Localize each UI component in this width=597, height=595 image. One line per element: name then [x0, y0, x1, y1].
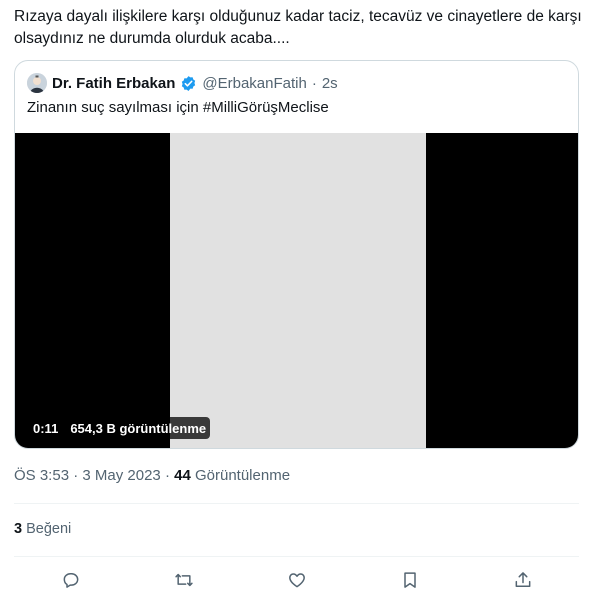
share-icon — [515, 572, 531, 587]
video-views: 654,3 B görüntülenme — [70, 420, 207, 436]
bookmark-icon — [404, 572, 416, 588]
verified-badge-icon — [180, 75, 197, 92]
views-count: 44 — [174, 467, 191, 484]
tweet-actions — [0, 566, 597, 594]
tweet-time[interactable]: ÖS 3:53 — [14, 467, 69, 484]
divider — [14, 556, 579, 557]
quoted-tweet-card[interactable]: Dr. Fatih Erbakan @ErbakanFatih · 2s Zin… — [14, 60, 579, 449]
tweet-meta: ÖS 3:53 · 3 May 2023 · 44 Görüntülenme — [14, 467, 290, 484]
reply-icon — [63, 573, 79, 588]
meta-separator: · — [73, 467, 79, 484]
tweet-date[interactable]: 3 May 2023 — [82, 467, 160, 484]
author-handle[interactable]: @ErbakanFatih — [202, 75, 306, 92]
retweet-button[interactable] — [170, 566, 198, 594]
author-avatar[interactable] — [27, 73, 47, 93]
tweet-text: Rızaya dayalı ilişkilere karşı olduğunuz… — [14, 8, 582, 47]
header-separator: · — [311, 74, 317, 92]
divider — [14, 503, 579, 504]
quoted-tweet-header: Dr. Fatih Erbakan @ErbakanFatih · 2s — [27, 72, 338, 94]
likes-count: 3 — [14, 521, 23, 537]
video-player[interactable]: 0:11 654,3 B görüntülenme — [15, 133, 578, 448]
quoted-tweet-time[interactable]: 2s — [322, 75, 338, 92]
heart-icon — [289, 573, 305, 588]
likes-link[interactable]: 3 Beğeni — [14, 521, 71, 537]
reply-button[interactable] — [57, 566, 85, 594]
share-button[interactable] — [509, 566, 537, 594]
author-name[interactable]: Dr. Fatih Erbakan — [52, 75, 175, 92]
bookmark-button[interactable] — [396, 566, 424, 594]
likes-label: Beğeni — [26, 521, 72, 537]
retweet-icon — [175, 573, 193, 587]
video-duration: 0:11 — [33, 420, 59, 436]
meta-separator-2: · — [164, 467, 170, 484]
views-label: Görüntülenme — [194, 467, 291, 484]
video-info-badge: 0:11 654,3 B görüntülenme — [27, 417, 211, 439]
quoted-tweet-text: Zinanın suç sayılması için #MilliGörüşMe… — [27, 99, 329, 116]
video-frame — [170, 133, 426, 448]
like-button[interactable] — [283, 566, 311, 594]
